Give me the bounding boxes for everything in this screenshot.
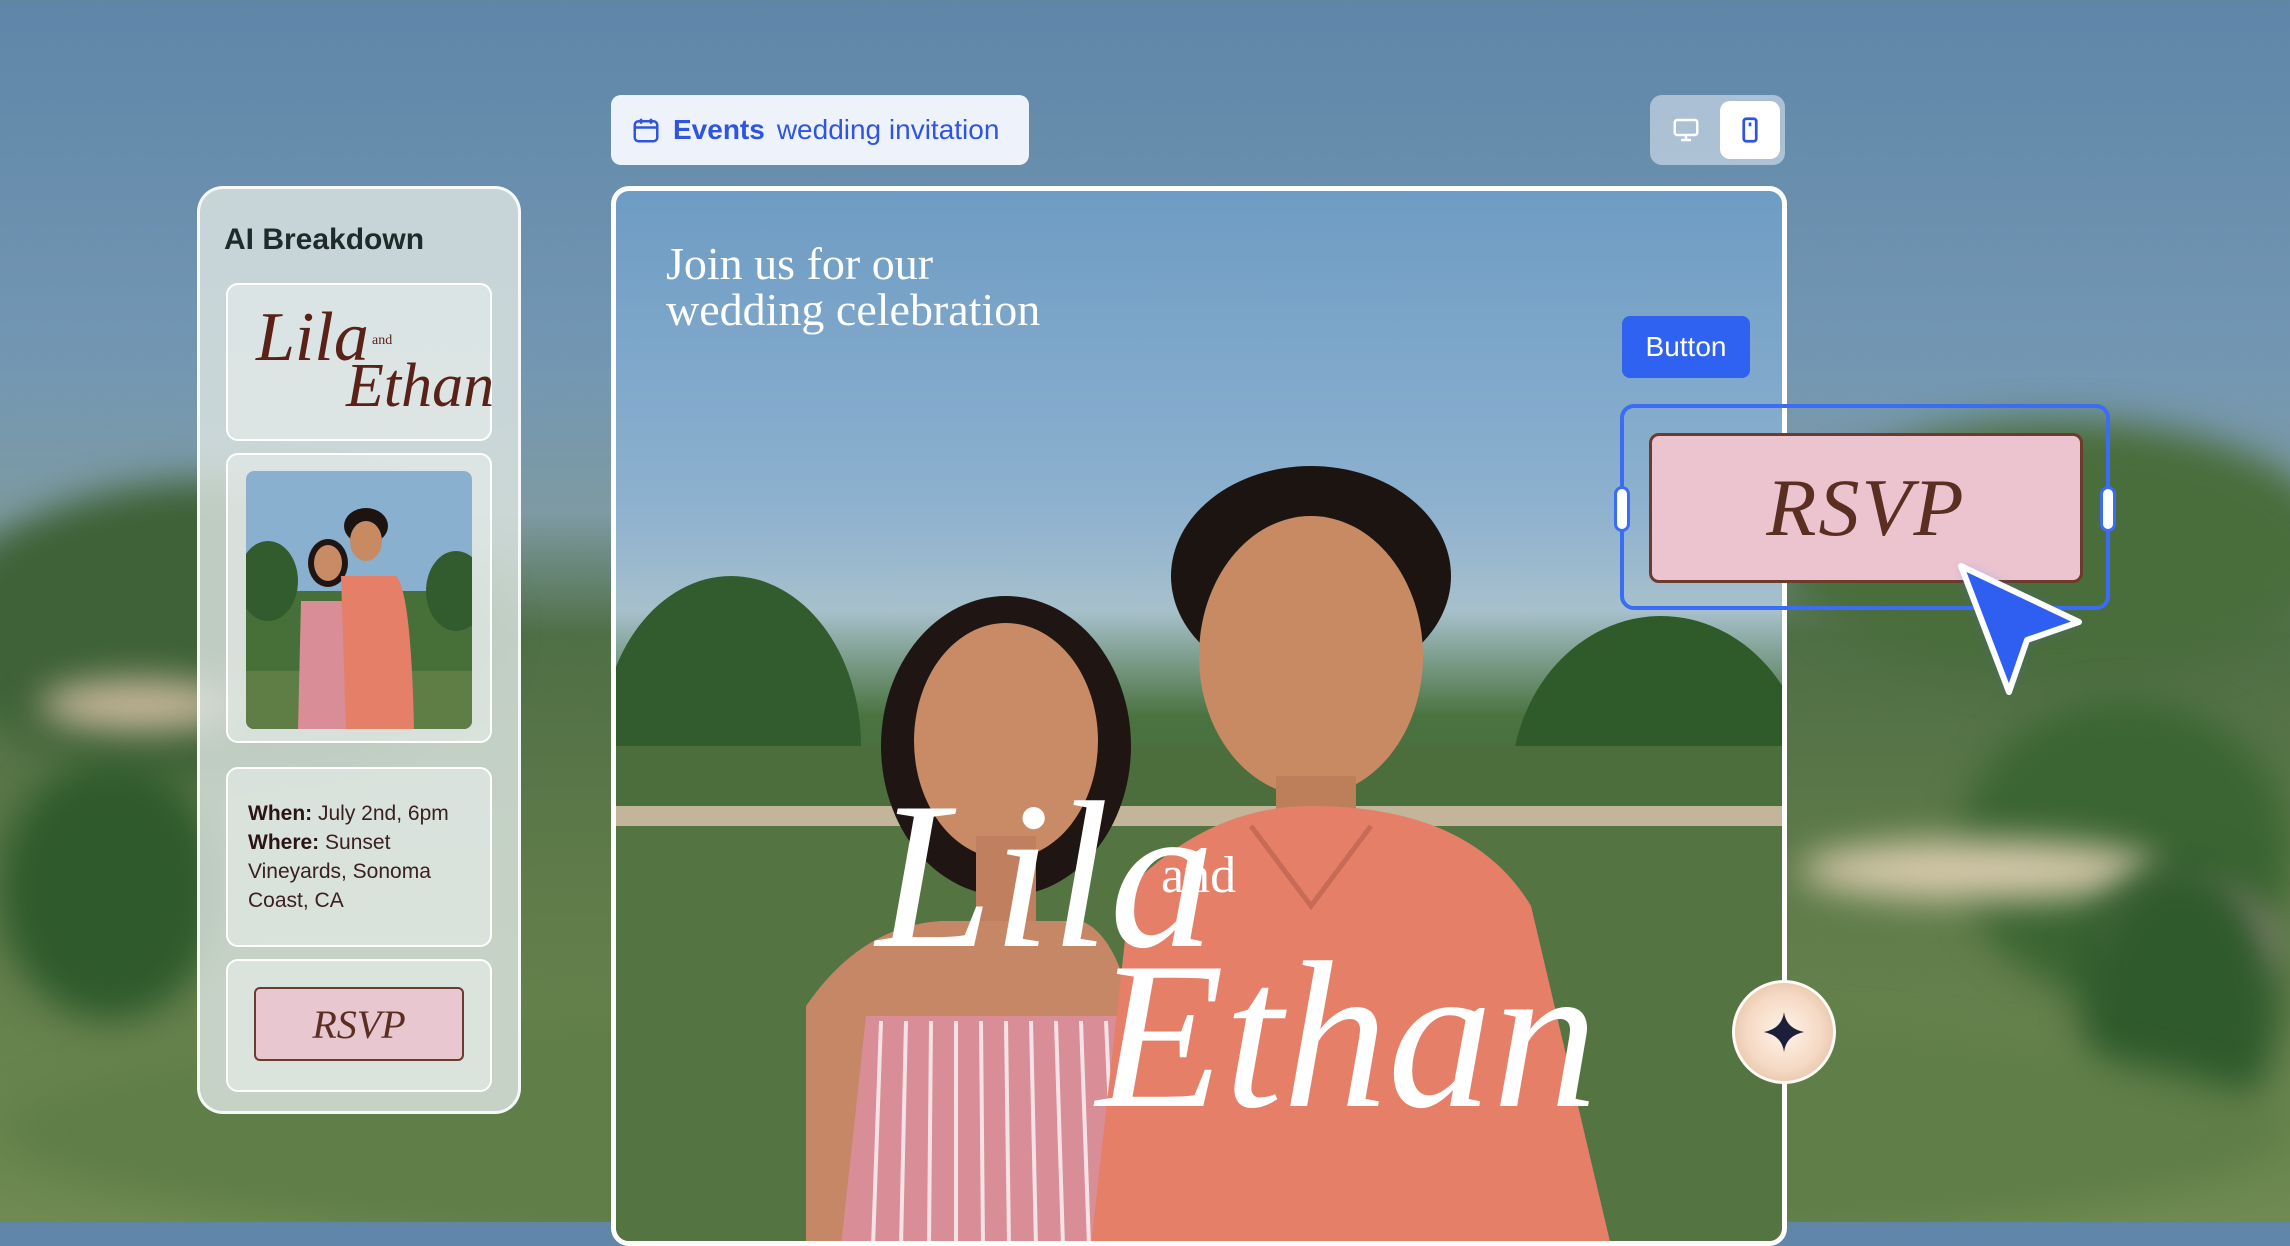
invitation-heading[interactable]: Join us for our wedding celebration [666,241,1040,333]
sparkle-icon [1763,1011,1805,1053]
template-category-chip[interactable]: Events wedding invitation [611,95,1029,165]
mini-rsvp-button[interactable]: RSVP [254,987,464,1061]
name-second: Ethan [1096,920,1598,1152]
cursor-pointer-icon [1958,563,2082,695]
invitation-canvas[interactable]: Join us for our wedding celebration Lila… [611,186,1787,1246]
names-card[interactable]: Lila and Ethan [226,283,495,441]
where-line: Where: Sunset Vineyards, Sonoma Coast, C… [248,828,470,915]
names-and: and [372,333,393,348]
couple-photo-thumbnail [246,471,472,729]
device-toggle [1650,95,1785,165]
names-second: Ethan [346,352,495,420]
chip-subject: wedding invitation [776,114,1000,145]
ai-assist-button[interactable] [1732,980,1836,1084]
ai-breakdown-panel: AI Breakdown Lila and Ethan When: July 2… [197,186,521,1114]
photo-card[interactable] [226,453,492,743]
mobile-icon [1742,117,1758,143]
desktop-view-button[interactable] [1656,101,1716,159]
when-line: When: July 2nd, 6pm [248,799,470,828]
panel-title: AI Breakdown [224,223,425,256]
calendar-icon [633,118,659,143]
where-label: Where: [248,831,320,854]
details-card[interactable]: When: July 2nd, 6pm Where: Sunset Vineya… [226,767,492,947]
couple-names[interactable]: Lila and Ethan [756,751,1656,1241]
name-and: and [1161,847,1237,904]
when-value: July 2nd, 6pm [318,802,449,825]
when-label: When: [248,802,313,825]
resize-handle-left[interactable] [1614,486,1630,532]
mobile-view-button[interactable] [1720,101,1780,159]
rsvp-card[interactable]: RSVP [226,959,492,1092]
element-type-tag: Button [1622,316,1750,378]
desktop-icon [1673,118,1699,142]
chip-category: Events [673,114,765,145]
resize-handle-right[interactable] [2100,486,2116,532]
